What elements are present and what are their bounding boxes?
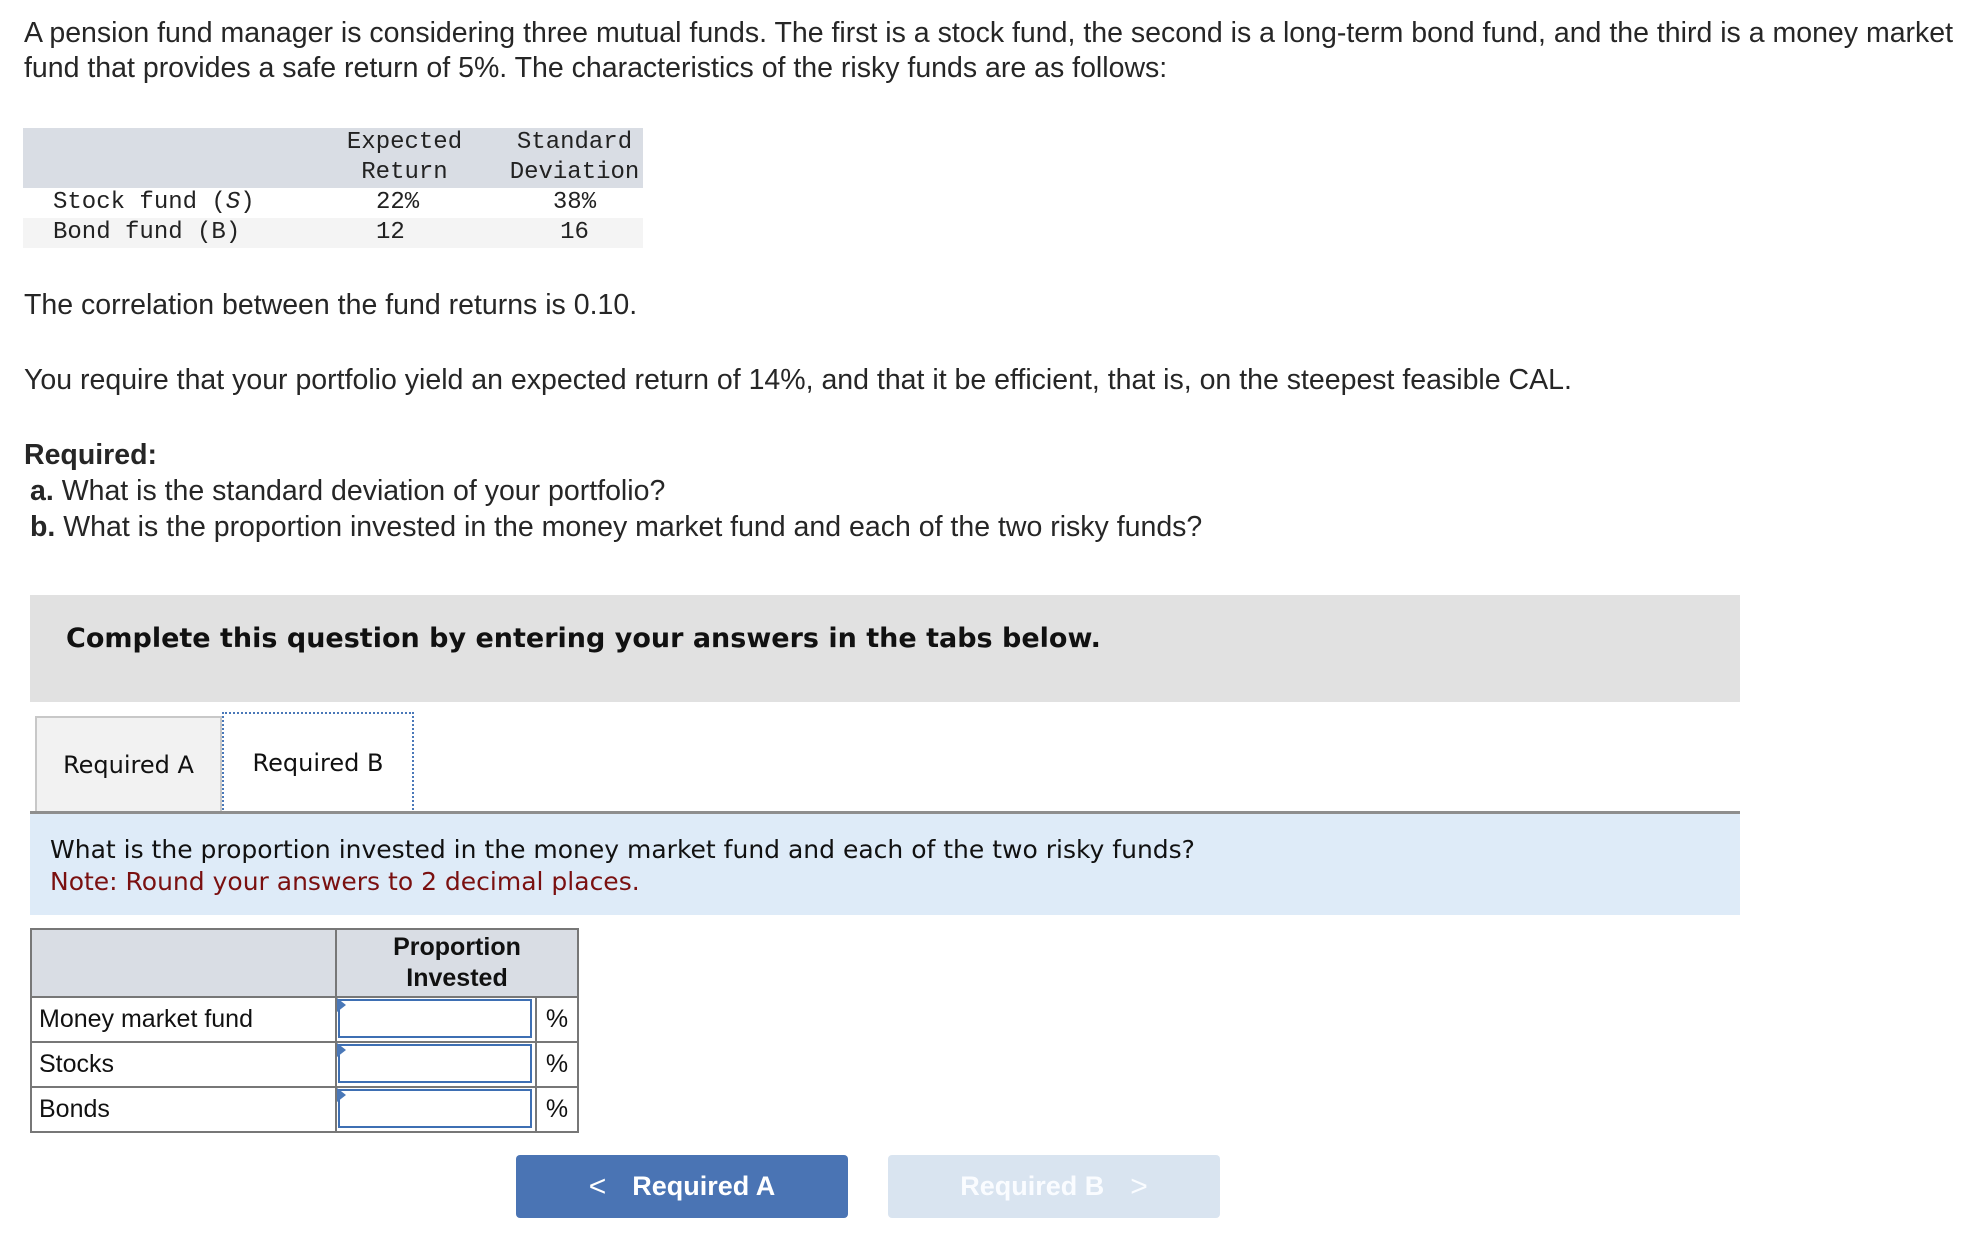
header-expected-return: Expected Return — [303, 128, 506, 188]
header-blank — [23, 128, 303, 188]
next-button-label: Required B — [960, 1171, 1105, 1201]
table-row: Stocks % — [30, 1041, 579, 1088]
next-required-b-button[interactable]: Required B > — [888, 1155, 1220, 1218]
tab-required-b[interactable]: Required B — [222, 712, 414, 814]
answer-table: Proportion Invested Money market fund % S… — [30, 928, 579, 1133]
stock-fund-label: Stock fund (S) — [23, 188, 303, 218]
money-market-cell — [335, 996, 537, 1043]
stocks-label: Stocks — [30, 1041, 337, 1088]
input-marker-icon — [337, 1043, 346, 1057]
table-row-stock-fund: Stock fund (S) 22% 38% — [23, 188, 643, 218]
header-std-line2: Deviation — [509, 159, 640, 186]
answer-header-line1: Proportion — [393, 933, 521, 961]
problem-intro: A pension fund manager is considering th… — [24, 17, 1954, 84]
header-expected-line2: Return — [361, 159, 448, 186]
table-row-bond-fund: Bond fund (B) 12 16 — [23, 218, 643, 248]
instructions-text: Complete this question by entering your … — [66, 623, 1101, 654]
question-panel: What is the proportion invested in the m… — [30, 814, 1740, 915]
money-market-input[interactable] — [338, 999, 532, 1038]
chevron-left-icon: < — [588, 1169, 607, 1203]
prev-required-a-button[interactable]: < Required A — [516, 1155, 848, 1218]
table-row: Money market fund % — [30, 996, 579, 1043]
stock-label-text: Stock fund ( — [53, 189, 226, 216]
answer-header-blank — [30, 928, 337, 998]
requirement-text: You require that your portfolio yield an… — [24, 364, 1572, 396]
bonds-unit: % — [535, 1086, 579, 1133]
tab-required-a-label: Required A — [63, 751, 194, 779]
correlation-text: The correlation between the fund returns… — [24, 289, 638, 321]
required-heading: Required: — [24, 439, 158, 471]
tab-required-a[interactable]: Required A — [35, 716, 222, 812]
prev-button-label: Required A — [632, 1171, 776, 1201]
bond-std-dev: 16 — [506, 218, 643, 248]
stock-std-dev: 38% — [506, 188, 643, 218]
stock-label-end: ) — [240, 189, 255, 216]
required-a-prefix: a. — [30, 475, 54, 507]
answer-table-header: Proportion Invested — [30, 928, 579, 998]
required-a: a. What is the standard deviation of you… — [30, 474, 665, 509]
question-note: Note: Round your answers to 2 decimal pl… — [50, 867, 640, 896]
stocks-cell — [335, 1041, 537, 1088]
stock-expected-return: 22% — [303, 188, 506, 218]
money-market-unit: % — [535, 996, 579, 1043]
required-a-text: What is the standard deviation of your p… — [53, 475, 666, 507]
stocks-unit: % — [535, 1041, 579, 1088]
question-text: What is the proportion invested in the m… — [50, 835, 1195, 864]
stocks-input[interactable] — [338, 1044, 532, 1083]
bonds-input[interactable] — [338, 1089, 532, 1128]
bonds-cell — [335, 1086, 537, 1133]
header-std-line1: Standard — [516, 129, 633, 156]
bond-fund-label: Bond fund (B) — [23, 218, 303, 248]
header-std-dev: Standard Deviation — [506, 128, 643, 188]
header-expected-line1: Expected — [346, 129, 463, 156]
chevron-right-icon: > — [1130, 1169, 1148, 1203]
required-b: b. What is the proportion invested in th… — [30, 510, 1202, 545]
answer-header-line2: Invested — [406, 964, 508, 992]
bonds-label: Bonds — [30, 1086, 337, 1133]
fund-table-header: Expected Return Standard Deviation — [23, 128, 643, 188]
input-marker-icon — [337, 998, 346, 1012]
answer-header-proportion: Proportion Invested — [335, 928, 579, 998]
required-b-text: What is the proportion invested in the m… — [55, 511, 1203, 543]
bond-expected-return: 12 — [303, 218, 506, 248]
stock-label-symbol: S — [225, 189, 241, 216]
fund-characteristics-table: Expected Return Standard Deviation Stock f… — [23, 128, 643, 248]
tab-required-b-label: Required B — [252, 749, 384, 777]
instructions-banner: Complete this question by entering your … — [30, 595, 1740, 702]
required-b-prefix: b. — [30, 511, 56, 543]
table-row: Bonds % — [30, 1086, 579, 1133]
money-market-label: Money market fund — [30, 996, 337, 1043]
input-marker-icon — [337, 1088, 346, 1102]
